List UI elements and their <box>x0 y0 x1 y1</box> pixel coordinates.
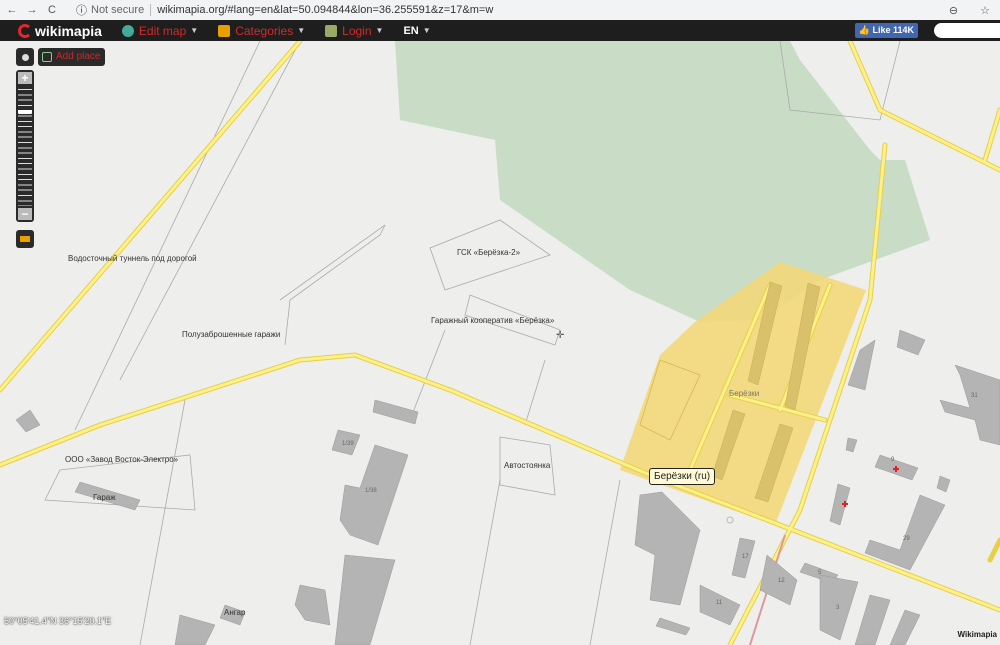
map-label[interactable]: Берёзки <box>729 389 759 398</box>
building-number: 29 <box>903 536 910 542</box>
back-button[interactable]: ← <box>4 4 20 16</box>
login-menu[interactable]: Login ▼ <box>325 24 383 38</box>
building-number: 5 <box>818 570 822 576</box>
zoom-track[interactable] <box>18 86 32 206</box>
zoom-out-button[interactable]: − <box>18 208 32 220</box>
menu-label: EN <box>403 24 419 37</box>
bookmark-star-icon[interactable]: ☆ <box>980 4 990 17</box>
building-number: 31 <box>971 393 978 399</box>
building-number: 11 <box>716 600 723 606</box>
caret-down-icon: ▼ <box>422 26 431 35</box>
building-number: 9 <box>891 457 895 463</box>
security-label: Not secure <box>91 4 145 16</box>
menu-label: Categories <box>235 23 294 38</box>
thumbs-up-icon: 👍 <box>858 25 870 35</box>
map-label[interactable]: Гаражный кооператив «Берёзка» <box>431 316 554 325</box>
map-label[interactable]: ООО «Завод Восток-Электро» <box>65 455 178 464</box>
url-text[interactable]: wikimapia.org/#lang=en&lat=50.094844&lon… <box>157 4 493 16</box>
address-bar[interactable]: ⓘ Not secure wikimapia.org/#lang=en&lat=… <box>76 2 937 18</box>
login-icon <box>325 24 338 37</box>
building-number: 3 <box>836 605 840 611</box>
categories-menu[interactable]: Categories ▼ <box>218 24 305 38</box>
map-label[interactable]: Гараж <box>93 493 116 502</box>
crosshair-icon: ✛ <box>556 330 564 341</box>
ruler-button[interactable] <box>16 230 34 248</box>
map-canvas[interactable]: ✛ <box>0 41 1000 645</box>
logo-icon <box>18 23 32 38</box>
facebook-like-button[interactable]: 👍 Like 114K <box>854 23 918 38</box>
add-place-label: Add place <box>56 51 101 62</box>
map-label[interactable]: Ангар <box>224 608 245 617</box>
globe-icon <box>121 24 134 37</box>
wikimapia-credit[interactable]: Wikimapia <box>958 630 998 639</box>
divider <box>150 4 152 16</box>
wikimapia-logo[interactable]: wikimapia <box>18 23 102 39</box>
building-number: 1/39 <box>342 441 354 447</box>
map-label[interactable]: ГСК «Берёзка-2» <box>457 248 520 257</box>
like-label: Like 114K <box>872 25 914 35</box>
building-number: 1/38 <box>365 488 377 494</box>
caret-down-icon: ▼ <box>375 26 384 35</box>
place-tooltip: Берёзки (ru) <box>649 468 716 485</box>
info-icon[interactable]: ⓘ <box>76 2 87 18</box>
wikimapia-header: wikimapia Edit map ▼ Categories ▼ Login ▼ E… <box>0 20 1000 41</box>
add-place-icon <box>42 52 52 62</box>
edit-map-menu[interactable]: Edit map ▼ <box>121 23 199 38</box>
menu-label: Edit map <box>138 23 187 38</box>
coordinates-readout: 50°05'41.4"N 36°15'20.1"E <box>4 616 112 626</box>
building-number: 17 <box>742 554 749 560</box>
caret-down-icon: ▼ <box>190 26 199 35</box>
language-menu[interactable]: EN ▼ <box>403 25 430 37</box>
categories-icon <box>218 24 231 37</box>
locate-button[interactable] <box>16 48 34 66</box>
location-icon <box>21 53 29 61</box>
menu-label: Login <box>342 23 372 38</box>
zoom-slider[interactable]: + − <box>16 70 34 222</box>
add-place-button[interactable]: Add place <box>38 48 106 66</box>
reload-button[interactable]: C <box>44 4 60 16</box>
zoom-icon[interactable]: ⊖ <box>949 4 958 17</box>
map-label[interactable]: Полузаброшенные гаражи <box>182 330 280 339</box>
search-input[interactable] <box>934 23 1000 38</box>
forward-button[interactable]: → <box>24 4 40 16</box>
ruler-icon <box>20 236 30 242</box>
zoom-in-button[interactable]: + <box>18 72 32 84</box>
browser-toolbar: ← → C ⓘ Not secure wikimapia.org/#lang=e… <box>0 0 1000 20</box>
caret-down-icon: ▼ <box>297 26 306 35</box>
map-label[interactable]: Водосточный туннель под дорогой <box>68 254 197 263</box>
logo-text: wikimapia <box>35 22 102 39</box>
building-number: 12 <box>778 578 785 584</box>
map-label[interactable]: Автостоянка <box>504 461 550 470</box>
zoom-thumb[interactable] <box>18 110 32 114</box>
